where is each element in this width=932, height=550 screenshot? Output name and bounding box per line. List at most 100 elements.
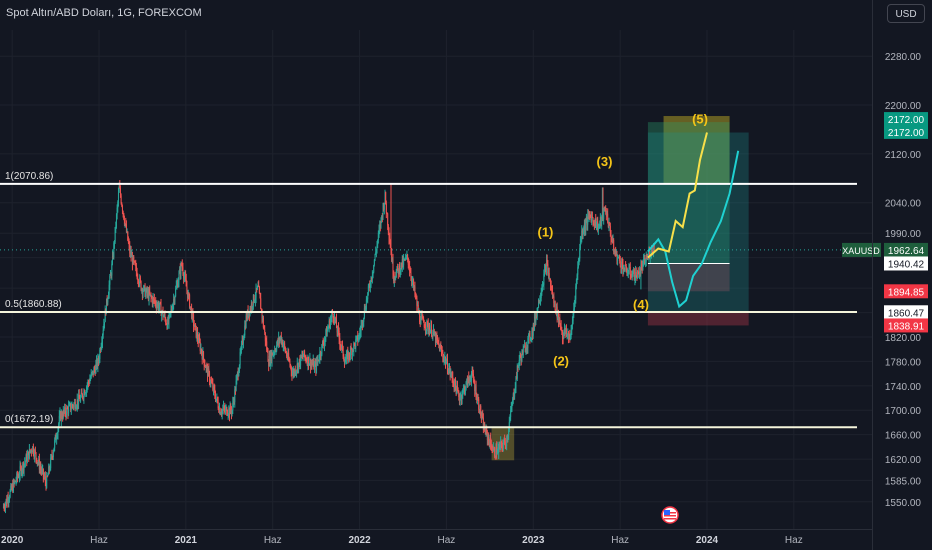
candle-body	[109, 275, 111, 285]
candle-body	[260, 298, 262, 310]
candle-body	[242, 339, 244, 344]
wave-label: (5)	[692, 111, 708, 126]
price-label-text: 2172.00	[888, 128, 925, 139]
candle-body	[385, 203, 387, 213]
price-label-text: 1860.47	[888, 308, 925, 319]
x-tick-label: Haz	[438, 535, 456, 546]
y-tick-label: 1740.00	[885, 382, 922, 393]
candle-body	[24, 461, 26, 463]
candle-body	[264, 329, 266, 333]
candle-body	[344, 362, 346, 364]
x-tick-label: 2020	[1, 535, 24, 546]
wave-label: (2)	[553, 354, 569, 369]
y-tick-label: 1585.00	[885, 476, 922, 487]
fib-level-label: 1(2070.86)	[5, 171, 53, 182]
candle-body	[149, 291, 151, 295]
price-axis-border	[872, 0, 873, 550]
candle-body	[554, 301, 556, 311]
y-tick-label: 2120.00	[885, 150, 922, 161]
candle-body	[46, 475, 48, 488]
candlesticks	[2, 180, 655, 514]
flag-stripe	[664, 515, 676, 517]
candle-body	[175, 288, 177, 297]
price-label-text: 1962.64	[888, 246, 925, 257]
x-tick-label: 2024	[696, 535, 719, 546]
candle-body	[178, 273, 180, 282]
x-tick-label: 2021	[175, 535, 198, 546]
candle-body	[438, 343, 440, 346]
candle-body	[397, 266, 399, 269]
flag-stripe	[664, 518, 676, 520]
wave-label: (4)	[633, 297, 649, 312]
price-label-text: 1940.42	[888, 259, 925, 270]
price-labels: 2172.00 2172.00 XAUUSD 1962.64 1940.42 1894.8…	[842, 112, 928, 333]
candle-body	[121, 206, 123, 212]
candle-body	[186, 286, 188, 291]
candle-body	[478, 399, 480, 410]
candle-body	[52, 451, 54, 457]
candle-body	[522, 347, 524, 356]
us-flag-icon[interactable]	[661, 506, 679, 524]
candle-body	[68, 406, 70, 414]
fib-level-label: 0.5(1860.88)	[5, 299, 62, 310]
candle-body	[26, 455, 28, 462]
wave-label: (3)	[597, 154, 613, 169]
candle-body	[35, 452, 37, 459]
candle-body	[387, 213, 389, 226]
price-label-text: 1838.91	[888, 321, 925, 332]
candle-body	[339, 338, 341, 345]
candle-body	[585, 222, 587, 230]
candle-body	[607, 213, 609, 223]
candle-body	[258, 286, 260, 294]
candle-body	[133, 256, 135, 261]
time-axis-border	[0, 529, 872, 530]
y-tick-label: 2040.00	[885, 199, 922, 210]
candle-body	[203, 351, 205, 360]
short-profit-box	[647, 132, 749, 313]
wave-label: (1)	[537, 224, 553, 239]
x-tick-label: Haz	[264, 535, 282, 546]
price-label-text: 1894.85	[888, 287, 925, 298]
candle-body	[189, 294, 191, 308]
candle-body	[120, 195, 122, 204]
price-label-text: 2172.00	[888, 115, 925, 126]
candle-body	[107, 298, 109, 303]
y-tick-label: 1820.00	[885, 333, 922, 344]
x-tick-label: 2023	[522, 535, 545, 546]
candle-body	[619, 260, 621, 267]
symbol-title: Spot Altın/ABD Doları, 1G, FOREXCOM	[6, 7, 202, 19]
fib-level-label: 0(1672.19)	[5, 414, 53, 425]
candle-body	[104, 322, 106, 324]
y-tick-label: 1620.00	[885, 455, 922, 466]
candle-body	[502, 443, 504, 449]
price-chart[interactable]: 1(2070.86) 0.5(1860.88) 0(1672.19) (1) (2) (…	[0, 0, 932, 550]
currency-button[interactable]: USD	[887, 4, 925, 23]
symbol-tag-text: XAUUSD	[842, 246, 880, 256]
x-tick-label: Haz	[785, 535, 803, 546]
x-tick-label: 2022	[348, 535, 371, 546]
y-tick-label: 1660.00	[885, 431, 922, 442]
candle-body	[494, 448, 496, 457]
x-tick-label: Haz	[90, 535, 108, 546]
y-tick-label: 2280.00	[885, 52, 922, 63]
candle-body	[504, 441, 506, 446]
candle-body	[195, 324, 197, 326]
candle-body	[47, 474, 49, 477]
candle-body	[407, 254, 409, 258]
short-stop-box	[647, 312, 749, 326]
candle-body	[111, 263, 113, 276]
y-tick-label: 1990.00	[885, 229, 922, 240]
x-tick-label: Haz	[611, 535, 629, 546]
candle-body	[629, 267, 631, 275]
candle-body	[374, 254, 376, 261]
candle-body	[102, 330, 104, 335]
candle-body	[637, 270, 639, 272]
y-tick-label: 1550.00	[885, 498, 922, 509]
candle-body	[117, 192, 119, 203]
y-tick-label: 2200.00	[885, 101, 922, 112]
flag-canton	[664, 510, 670, 515]
y-tick-label: 1700.00	[885, 406, 922, 417]
candle-body	[431, 325, 433, 336]
time-axis[interactable]: 2020 Haz 2021 Haz 2022 Haz 2023 Haz 2024 Haz	[1, 535, 803, 546]
y-tick-label: 1780.00	[885, 357, 922, 368]
